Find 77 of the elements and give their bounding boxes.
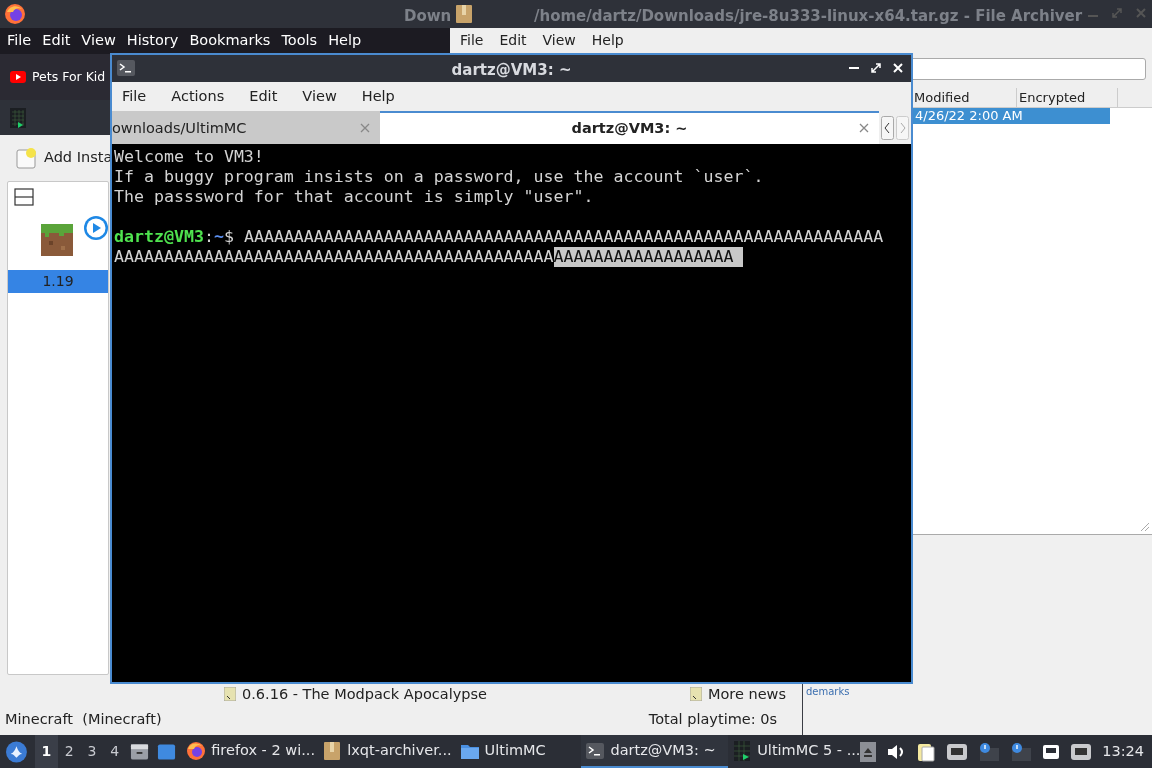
window-title: dartz@VM3: ~ [451, 60, 572, 81]
network-icon[interactable] [946, 742, 969, 761]
launcher-icon [10, 107, 26, 128]
eject-icon[interactable] [860, 741, 877, 762]
scroll-icon [224, 687, 236, 701]
search-field[interactable] [910, 58, 1146, 80]
prompt-path: ~ [213, 227, 224, 247]
menu-item[interactable]: Edit [499, 29, 527, 51]
menu-item[interactable]: Edit [42, 30, 71, 52]
terminal-tab[interactable]: dartz@VM3: ~ [380, 111, 879, 144]
archive-icon [456, 5, 472, 23]
link-text[interactable]: demarks [806, 686, 850, 697]
menu-item[interactable]: File [122, 85, 147, 108]
prompt-symbol: $ [223, 227, 234, 247]
add-icon [16, 147, 38, 169]
desktop-button[interactable]: 4 [103, 735, 127, 768]
news-link[interactable]: 0.6.16 - The Modpack Apocalypse [242, 686, 487, 702]
menu-item[interactable]: Actions [171, 85, 225, 108]
menu-item[interactable]: History [126, 30, 179, 52]
prompt-user: dartz@VM3 [114, 227, 204, 247]
terminal-line: If a buggy program insists on a password, use the account `user`. [114, 167, 764, 187]
terminal-tab[interactable]: ownloads/UltimMC [112, 111, 380, 144]
group-toggle-icon[interactable] [14, 188, 34, 206]
alert-icon[interactable] [1010, 742, 1033, 761]
firefox-icon [4, 3, 26, 25]
archive-icon [322, 740, 343, 761]
status-text: Minecraft (Minecraft) [5, 710, 162, 730]
terminal-icon [117, 60, 135, 76]
terminal-line: Welcome to VM3! [114, 147, 264, 167]
terminal-line: AAAAAAAAAAAAAAAAAAAAAAAAAAAAAAAAAAAAAAAAAAAA [114, 247, 554, 267]
start-menu-icon[interactable] [6, 740, 27, 763]
taskbar-button[interactable]: UltimMC 5 - ... [728, 735, 861, 768]
scroll-left-icon[interactable] [881, 115, 894, 140]
menu-item[interactable]: View [81, 30, 116, 52]
desktop-button[interactable]: 2 [57, 735, 81, 768]
menu-item[interactable]: View [542, 29, 576, 51]
menu-item[interactable]: Bookmarks [189, 30, 271, 52]
menu-item[interactable]: Help [328, 30, 362, 52]
instance-label[interactable]: 1.19 [8, 270, 108, 293]
network-icon[interactable] [1042, 743, 1061, 760]
play-icon[interactable] [84, 216, 108, 240]
network-icon[interactable] [1070, 742, 1093, 761]
launcher-icon [732, 740, 753, 761]
browser-icon [186, 740, 207, 761]
taskbar-button[interactable]: firefox - 2 wi... [182, 735, 319, 768]
resize-grip-icon[interactable] [1140, 522, 1150, 532]
more-news-button[interactable]: More news [707, 686, 786, 702]
grass-block-icon [41, 224, 73, 256]
window-title: Down [404, 6, 452, 27]
menu-item[interactable]: Help [591, 29, 624, 51]
prompt-separator: : [203, 227, 214, 247]
video-icon [10, 71, 26, 83]
taskbar-button[interactable]: dartz@VM3: ~ [581, 735, 729, 768]
window-title: /home/dartz/Downloads/jre-8u333-linux-x64.tar.gz - File Archiver [534, 6, 1083, 27]
drawer-icon[interactable] [130, 741, 150, 762]
taskbar-button[interactable]: UltimMC [455, 735, 582, 768]
desktop-icon[interactable] [157, 742, 177, 761]
desktop-button[interactable]: 3 [80, 735, 104, 768]
menu-item[interactable]: File [7, 30, 32, 52]
playtime-text: Total playtime: 0s [648, 710, 777, 730]
menu-item[interactable]: Tools [281, 30, 318, 52]
menu-item[interactable]: Help [361, 85, 395, 108]
terminal-line: The passsword for that account is simply "user". [114, 187, 594, 207]
notes-icon[interactable] [916, 741, 937, 762]
menu-item[interactable]: Edit [249, 85, 278, 108]
desktop-button[interactable]: 1 [34, 735, 58, 768]
command-text: AAAAAAAAAAAAAAAAAAAAAAAAAAAAAAAAAAAAAAAAAAAAAAAAAAAAAAAAAAAAAAAA [243, 227, 884, 247]
bookmark-link[interactable]: Pets For Kid [32, 67, 106, 87]
menu-item[interactable]: View [302, 85, 337, 108]
alert-icon[interactable] [978, 742, 1001, 761]
terminal-icon [585, 740, 606, 761]
taskbar-button[interactable]: lxqt-archiver... [318, 735, 456, 768]
clock-text[interactable]: 13:24 [1102, 740, 1145, 763]
selected-text: AAAAAAAAAAAAAAAAAA [553, 247, 744, 267]
menu-item[interactable]: File [460, 29, 484, 51]
scroll-icon [689, 687, 702, 701]
column-header[interactable]: Encrypted [1017, 88, 1118, 107]
